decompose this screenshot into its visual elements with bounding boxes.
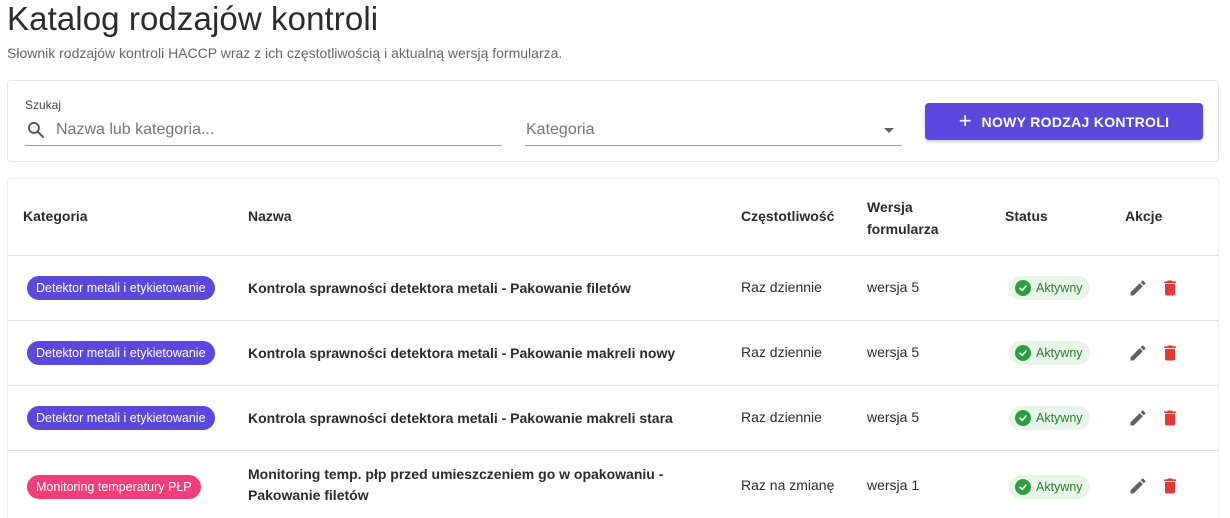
control-name: Kontrola sprawności detektora metali - P…	[248, 410, 673, 426]
header-category[interactable]: Kategoria	[23, 208, 88, 224]
edit-icon[interactable]	[1128, 278, 1148, 298]
control-name: Monitoring temp. płp przed umieszczeniem…	[248, 466, 664, 503]
edit-icon[interactable]	[1128, 476, 1148, 496]
edit-icon[interactable]	[1128, 343, 1148, 363]
category-chip: Monitoring temperatury PŁP	[27, 475, 201, 499]
plus-icon: +	[958, 107, 972, 133]
search-field[interactable]	[25, 115, 502, 146]
header-form-version-line2: formularza	[867, 221, 939, 237]
delete-icon[interactable]	[1160, 476, 1180, 496]
version-cell: wersja 5	[867, 409, 920, 425]
table-header: Kategoria Nazwa Częstotliwość Wersja for…	[8, 179, 1218, 256]
frequency-cell: Raz dziennie	[741, 279, 822, 295]
delete-icon[interactable]	[1160, 343, 1180, 363]
status-badge: Aktywny	[1009, 475, 1090, 499]
filter-bar: Szukaj Kategoria + NOWY RODZAJ KONTROLI	[7, 80, 1219, 162]
status-badge: Aktywny	[1009, 276, 1090, 300]
delete-icon[interactable]	[1160, 408, 1180, 428]
frequency-cell: Raz dziennie	[741, 409, 822, 425]
category-chip: Detektor metali i etykietowanie	[27, 406, 215, 430]
status-text: Aktywny	[1036, 346, 1083, 360]
version-cell: wersja 5	[867, 279, 920, 295]
frequency-cell: Raz dziennie	[741, 344, 822, 360]
check-circle-icon	[1015, 280, 1031, 296]
new-control-type-button[interactable]: + NOWY RODZAJ KONTROLI	[925, 103, 1203, 140]
category-chip: Detektor metali i etykietowanie	[27, 276, 215, 300]
header-status[interactable]: Status	[1005, 208, 1048, 224]
search-icon	[27, 122, 45, 139]
status-text: Aktywny	[1036, 281, 1083, 295]
header-form-version-line1: Wersja	[867, 199, 913, 215]
version-cell: wersja 5	[867, 344, 920, 360]
page-title: Katalog rodzajów kontroli	[7, 0, 379, 37]
header-form-version[interactable]: Wersja formularza	[867, 196, 939, 240]
header-actions: Akcje	[1125, 208, 1163, 224]
search-input[interactable]	[56, 118, 486, 142]
edit-icon[interactable]	[1128, 408, 1148, 428]
delete-icon[interactable]	[1160, 278, 1180, 298]
chevron-down-icon	[884, 128, 894, 133]
frequency-cell: Raz na zmianę	[741, 477, 835, 493]
search-label: Szukaj	[25, 98, 62, 112]
control-types-table: Kategoria Nazwa Częstotliwość Wersja for…	[7, 178, 1219, 518]
table-row[interactable]: Monitoring temperatury PŁP Monitoring te…	[8, 451, 1218, 518]
status-text: Aktywny	[1036, 480, 1083, 494]
check-circle-icon	[1015, 410, 1031, 426]
status-text: Aktywny	[1036, 411, 1083, 425]
category-select[interactable]: Kategoria	[525, 115, 902, 146]
status-badge: Aktywny	[1009, 406, 1090, 430]
header-frequency[interactable]: Częstotliwość	[741, 208, 834, 224]
status-badge: Aktywny	[1009, 341, 1090, 365]
check-circle-icon	[1015, 479, 1031, 495]
table-row[interactable]: Detektor metali i etykietowanie Kontrola…	[8, 321, 1218, 386]
page-subtitle: Słownik rodzajów kontroli HACCP wraz z i…	[7, 45, 563, 61]
category-chip: Detektor metali i etykietowanie	[27, 341, 215, 365]
control-name: Kontrola sprawności detektora metali - P…	[248, 345, 676, 361]
table-row[interactable]: Detektor metali i etykietowanie Kontrola…	[8, 256, 1218, 321]
check-circle-icon	[1015, 345, 1031, 361]
new-control-type-button-label: NOWY RODZAJ KONTROLI	[981, 113, 1170, 130]
header-name[interactable]: Nazwa	[248, 208, 292, 224]
category-select-label: Kategoria	[526, 121, 595, 138]
table-row[interactable]: Detektor metali i etykietowanie Kontrola…	[8, 386, 1218, 451]
control-name: Kontrola sprawności detektora metali - P…	[248, 280, 631, 296]
version-cell: wersja 1	[867, 477, 920, 493]
